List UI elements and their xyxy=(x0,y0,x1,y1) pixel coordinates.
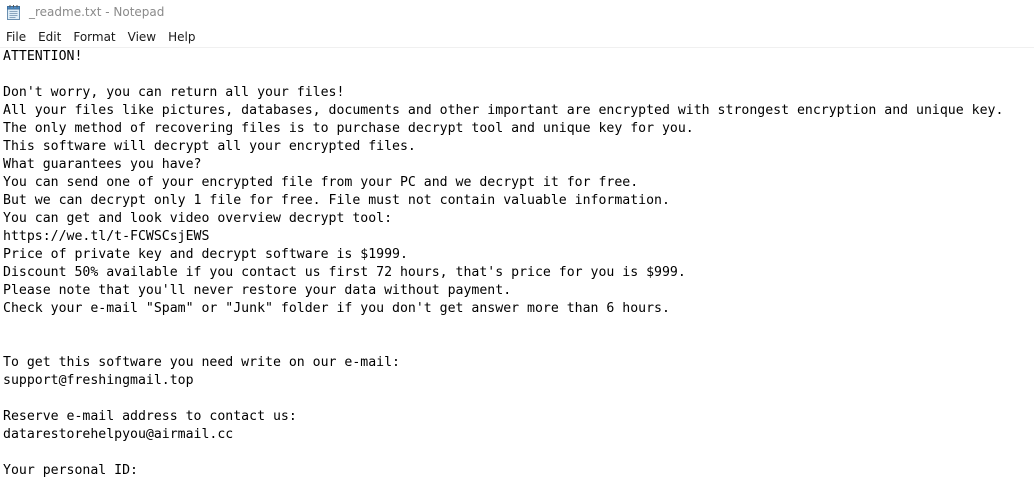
menu-file[interactable]: File xyxy=(0,28,32,47)
menu-view[interactable]: View xyxy=(122,28,162,47)
menu-format[interactable]: Format xyxy=(67,28,121,47)
menu-edit[interactable]: Edit xyxy=(32,28,67,47)
title-bar[interactable]: _readme.txt - Notepad xyxy=(0,0,1034,26)
text-editor[interactable]: ATTENTION! Don't worry, you can return a… xyxy=(0,48,1034,479)
window-title: _readme.txt - Notepad xyxy=(29,5,165,19)
document-text[interactable]: ATTENTION! Don't worry, you can return a… xyxy=(0,48,1034,479)
menu-bar: File Edit Format View Help xyxy=(0,28,1034,47)
menu-help[interactable]: Help xyxy=(162,28,201,47)
notepad-icon xyxy=(7,5,20,20)
notepad-window: _readme.txt - Notepad File Edit Format V… xyxy=(0,0,1034,479)
